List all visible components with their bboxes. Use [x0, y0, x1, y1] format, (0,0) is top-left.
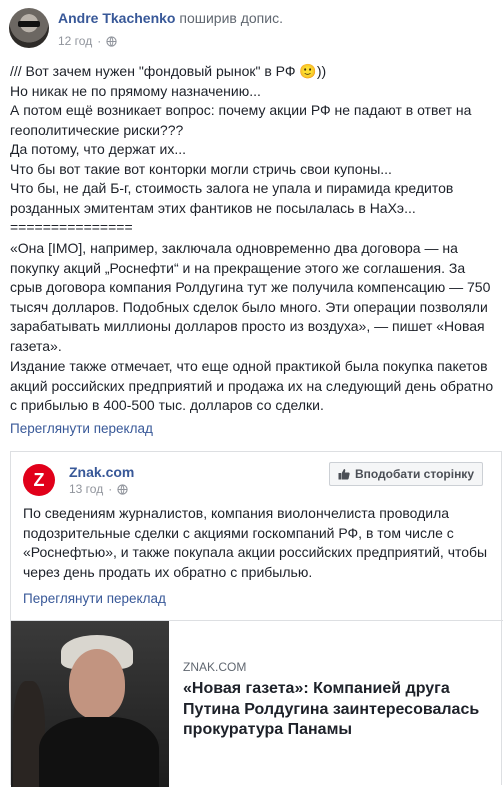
author-name[interactable]: Andre Tkachenko — [58, 10, 175, 26]
page-logo[interactable]: Z — [23, 464, 55, 496]
post-line: /// Вот зачем нужен "фондовый рынок" в Р… — [10, 63, 327, 79]
post-line: Да потому, что держат их... — [10, 141, 187, 157]
see-translation-link[interactable]: Переглянути переклад — [10, 421, 153, 436]
post-line: розданных эмитентам этих фантиков не пос… — [10, 199, 416, 216]
link-preview[interactable]: ZNAK.COM «Новая газета»: Компанией друга… — [11, 620, 503, 787]
post-header: Andre Tkachenko поширив допис. — [58, 10, 283, 26]
shared-post-card: Z Znak.com 13 год · Вподобати сторінку П… — [10, 451, 503, 787]
post-line: Что бы, не дай Б-г, стоимость залога не … — [10, 180, 454, 196]
post-line: =============== — [10, 219, 133, 235]
post-paragraph: Издание также отмечает, что еще одной пр… — [10, 358, 494, 413]
link-preview-image[interactable] — [11, 621, 169, 787]
post-body: /// Вот зачем нужен "фондовый рынок" в Р… — [10, 62, 498, 238]
post-line: Что бы вот такие вот конторки могли стри… — [10, 160, 392, 177]
shared-meta: 13 год · — [69, 482, 128, 496]
post-quote: «Она [IMO], например, заключала одноврем… — [10, 240, 491, 354]
post-avatar[interactable] — [9, 8, 49, 48]
post-line: А потом ещё возникает вопрос: почему акц… — [10, 102, 472, 118]
share-action-text: поширив допис. — [179, 10, 283, 26]
link-preview-title[interactable]: «Новая газета»: Компанией друга Путина Р… — [183, 679, 483, 741]
post-meta: 12 год · — [58, 34, 117, 48]
shared-page-name[interactable]: Znak.com — [69, 464, 134, 480]
post-line: геополитические риски??? — [10, 121, 184, 138]
globe-icon — [106, 35, 117, 47]
shared-timestamp[interactable]: 13 год — [69, 482, 103, 496]
like-icon — [338, 469, 350, 480]
post-line: Но никак не по прямому назначению... — [10, 82, 261, 99]
globe-icon — [117, 483, 128, 495]
like-page-button[interactable]: Вподобати сторінку — [328, 462, 483, 486]
shared-post-text: По сведениям журналистов, компания виоло… — [23, 505, 488, 580]
see-translation-link[interactable]: Переглянути переклад — [23, 591, 166, 606]
post-timestamp[interactable]: 12 год — [58, 34, 92, 48]
link-preview-site: ZNAK.COM — [183, 660, 247, 674]
like-page-label: Вподобати сторінку — [354, 467, 474, 481]
